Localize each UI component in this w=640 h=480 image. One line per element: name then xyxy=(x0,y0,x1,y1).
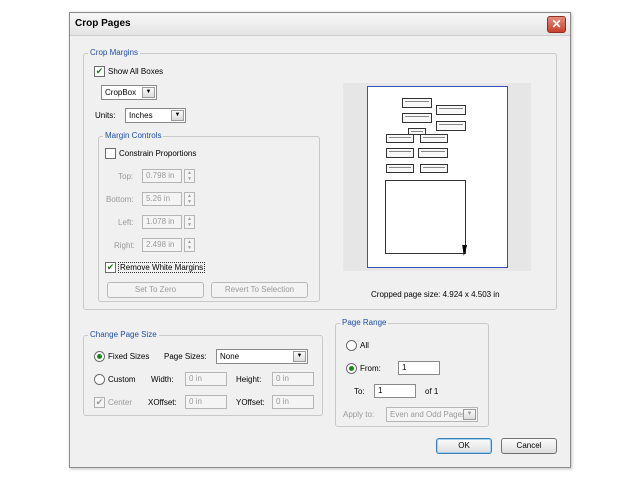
diagram-node xyxy=(386,148,414,158)
height-label: Height: xyxy=(236,375,262,384)
box-type-value: CropBox xyxy=(105,88,137,97)
page-count-label: of 1 xyxy=(425,387,439,396)
apply-to-label: Apply to: xyxy=(343,410,375,419)
chevron-down-icon: ▼ xyxy=(463,409,476,420)
diagram-node xyxy=(402,113,432,123)
ok-button[interactable]: OK xyxy=(436,438,492,454)
revert-to-selection-button[interactable]: Revert To Selection xyxy=(211,282,308,298)
crop-pages-dialog: Crop Pages ✕ Crop Margins ✔ Show All Box… xyxy=(69,12,571,468)
mouse-cursor-icon xyxy=(462,245,474,256)
xoffset-field[interactable]: 0 in xyxy=(185,395,227,409)
crop-margins-legend: Crop Margins xyxy=(88,48,141,57)
top-label: Top: xyxy=(118,172,134,181)
remove-white-margins-label: Remove White Margins xyxy=(117,262,206,273)
xoffset-label: XOffset: xyxy=(148,398,177,407)
change-page-size-legend: Change Page Size xyxy=(88,330,159,339)
box-type-select[interactable]: CropBox ▼ xyxy=(101,85,157,100)
units-label: Units: xyxy=(95,111,116,120)
margin-controls-group: Margin Controls Constrain Proportions To… xyxy=(98,131,320,302)
diagram-node xyxy=(420,134,448,143)
to-field[interactable]: 1 xyxy=(374,384,416,398)
remove-white-margins-checkbox[interactable]: ✔ xyxy=(105,262,116,273)
chevron-down-icon: ▼ xyxy=(142,87,155,98)
bottom-label: Bottom: xyxy=(106,195,134,204)
from-radio[interactable] xyxy=(346,363,357,374)
chevron-down-icon: ▼ xyxy=(293,351,306,362)
title-bar: Crop Pages ✕ xyxy=(70,13,570,36)
right-field[interactable]: 2.498 in xyxy=(142,238,182,252)
page-sizes-label: Page Sizes: xyxy=(164,352,207,361)
diagram-node xyxy=(418,148,448,158)
right-label: Right: xyxy=(114,241,135,250)
page-preview xyxy=(343,83,531,271)
diagram-node xyxy=(436,121,466,131)
left-field[interactable]: 1.078 in xyxy=(142,215,182,229)
diagram-node xyxy=(402,98,432,108)
preview-page xyxy=(367,86,508,268)
height-field[interactable]: 0 in xyxy=(272,372,314,386)
page-sizes-select[interactable]: None ▼ xyxy=(216,349,308,364)
page-sizes-value: None xyxy=(220,352,240,361)
constrain-proportions-label: Constrain Proportions xyxy=(119,149,197,158)
margin-controls-legend: Margin Controls xyxy=(103,131,164,140)
diagram-node xyxy=(386,164,414,173)
from-label: From: xyxy=(360,364,381,373)
custom-label: Custom xyxy=(108,375,136,384)
bottom-spinner[interactable]: ▲ ▼ xyxy=(184,192,195,206)
units-value: Inches xyxy=(129,111,153,120)
units-select[interactable]: Inches ▼ xyxy=(125,108,186,123)
show-all-boxes-checkbox[interactable]: ✔ xyxy=(94,66,105,77)
left-label: Left: xyxy=(118,218,134,227)
center-checkbox[interactable]: ✔ xyxy=(94,397,105,408)
fixed-sizes-radio[interactable] xyxy=(94,351,105,362)
all-radio[interactable] xyxy=(346,340,357,351)
diagram-node xyxy=(436,105,466,115)
apply-to-select[interactable]: Even and Odd Pages ▼ xyxy=(386,407,478,422)
right-spinner[interactable]: ▲ ▼ xyxy=(184,238,195,252)
diagram-node xyxy=(386,134,414,143)
from-field[interactable]: 1 xyxy=(398,361,440,375)
dialog-title: Crop Pages xyxy=(75,18,131,29)
set-to-zero-button[interactable]: Set To Zero xyxy=(107,282,204,298)
custom-radio[interactable] xyxy=(94,374,105,385)
fixed-sizes-label: Fixed Sizes xyxy=(108,352,150,361)
width-field[interactable]: 0 in xyxy=(185,372,227,386)
page-range-group: Page Range All From: 1 To: 1 of 1 Apply … xyxy=(335,318,489,427)
top-field[interactable]: 0.798 in xyxy=(142,169,182,183)
crop-rectangle[interactable] xyxy=(385,180,466,254)
diagram-node xyxy=(420,164,448,173)
cancel-button[interactable]: Cancel xyxy=(501,438,557,454)
change-page-size-group: Change Page Size Fixed Sizes Page Sizes:… xyxy=(83,330,323,416)
to-label: To: xyxy=(354,387,365,396)
chevron-down-icon: ▼ xyxy=(171,110,184,121)
yoffset-field[interactable]: 0 in xyxy=(272,395,314,409)
yoffset-label: YOffset: xyxy=(236,398,265,407)
center-label: Center xyxy=(108,398,133,407)
crop-margins-group: Crop Margins ✔ Show All Boxes CropBox ▼ … xyxy=(83,48,557,310)
apply-to-value: Even and Odd Pages xyxy=(390,410,467,419)
close-icon[interactable]: ✕ xyxy=(547,16,566,33)
show-all-boxes-label: Show All Boxes xyxy=(108,67,164,76)
all-label: All xyxy=(360,341,369,350)
top-spinner[interactable]: ▲ ▼ xyxy=(184,169,195,183)
constrain-proportions-checkbox[interactable] xyxy=(105,148,116,159)
page-range-legend: Page Range xyxy=(340,318,389,327)
width-label: Width: xyxy=(151,375,174,384)
bottom-field[interactable]: 5.26 in xyxy=(142,192,182,206)
left-spinner[interactable]: ▲ ▼ xyxy=(184,215,195,229)
cropped-page-size-text: Cropped page size: 4.924 x 4.503 in xyxy=(371,290,500,299)
